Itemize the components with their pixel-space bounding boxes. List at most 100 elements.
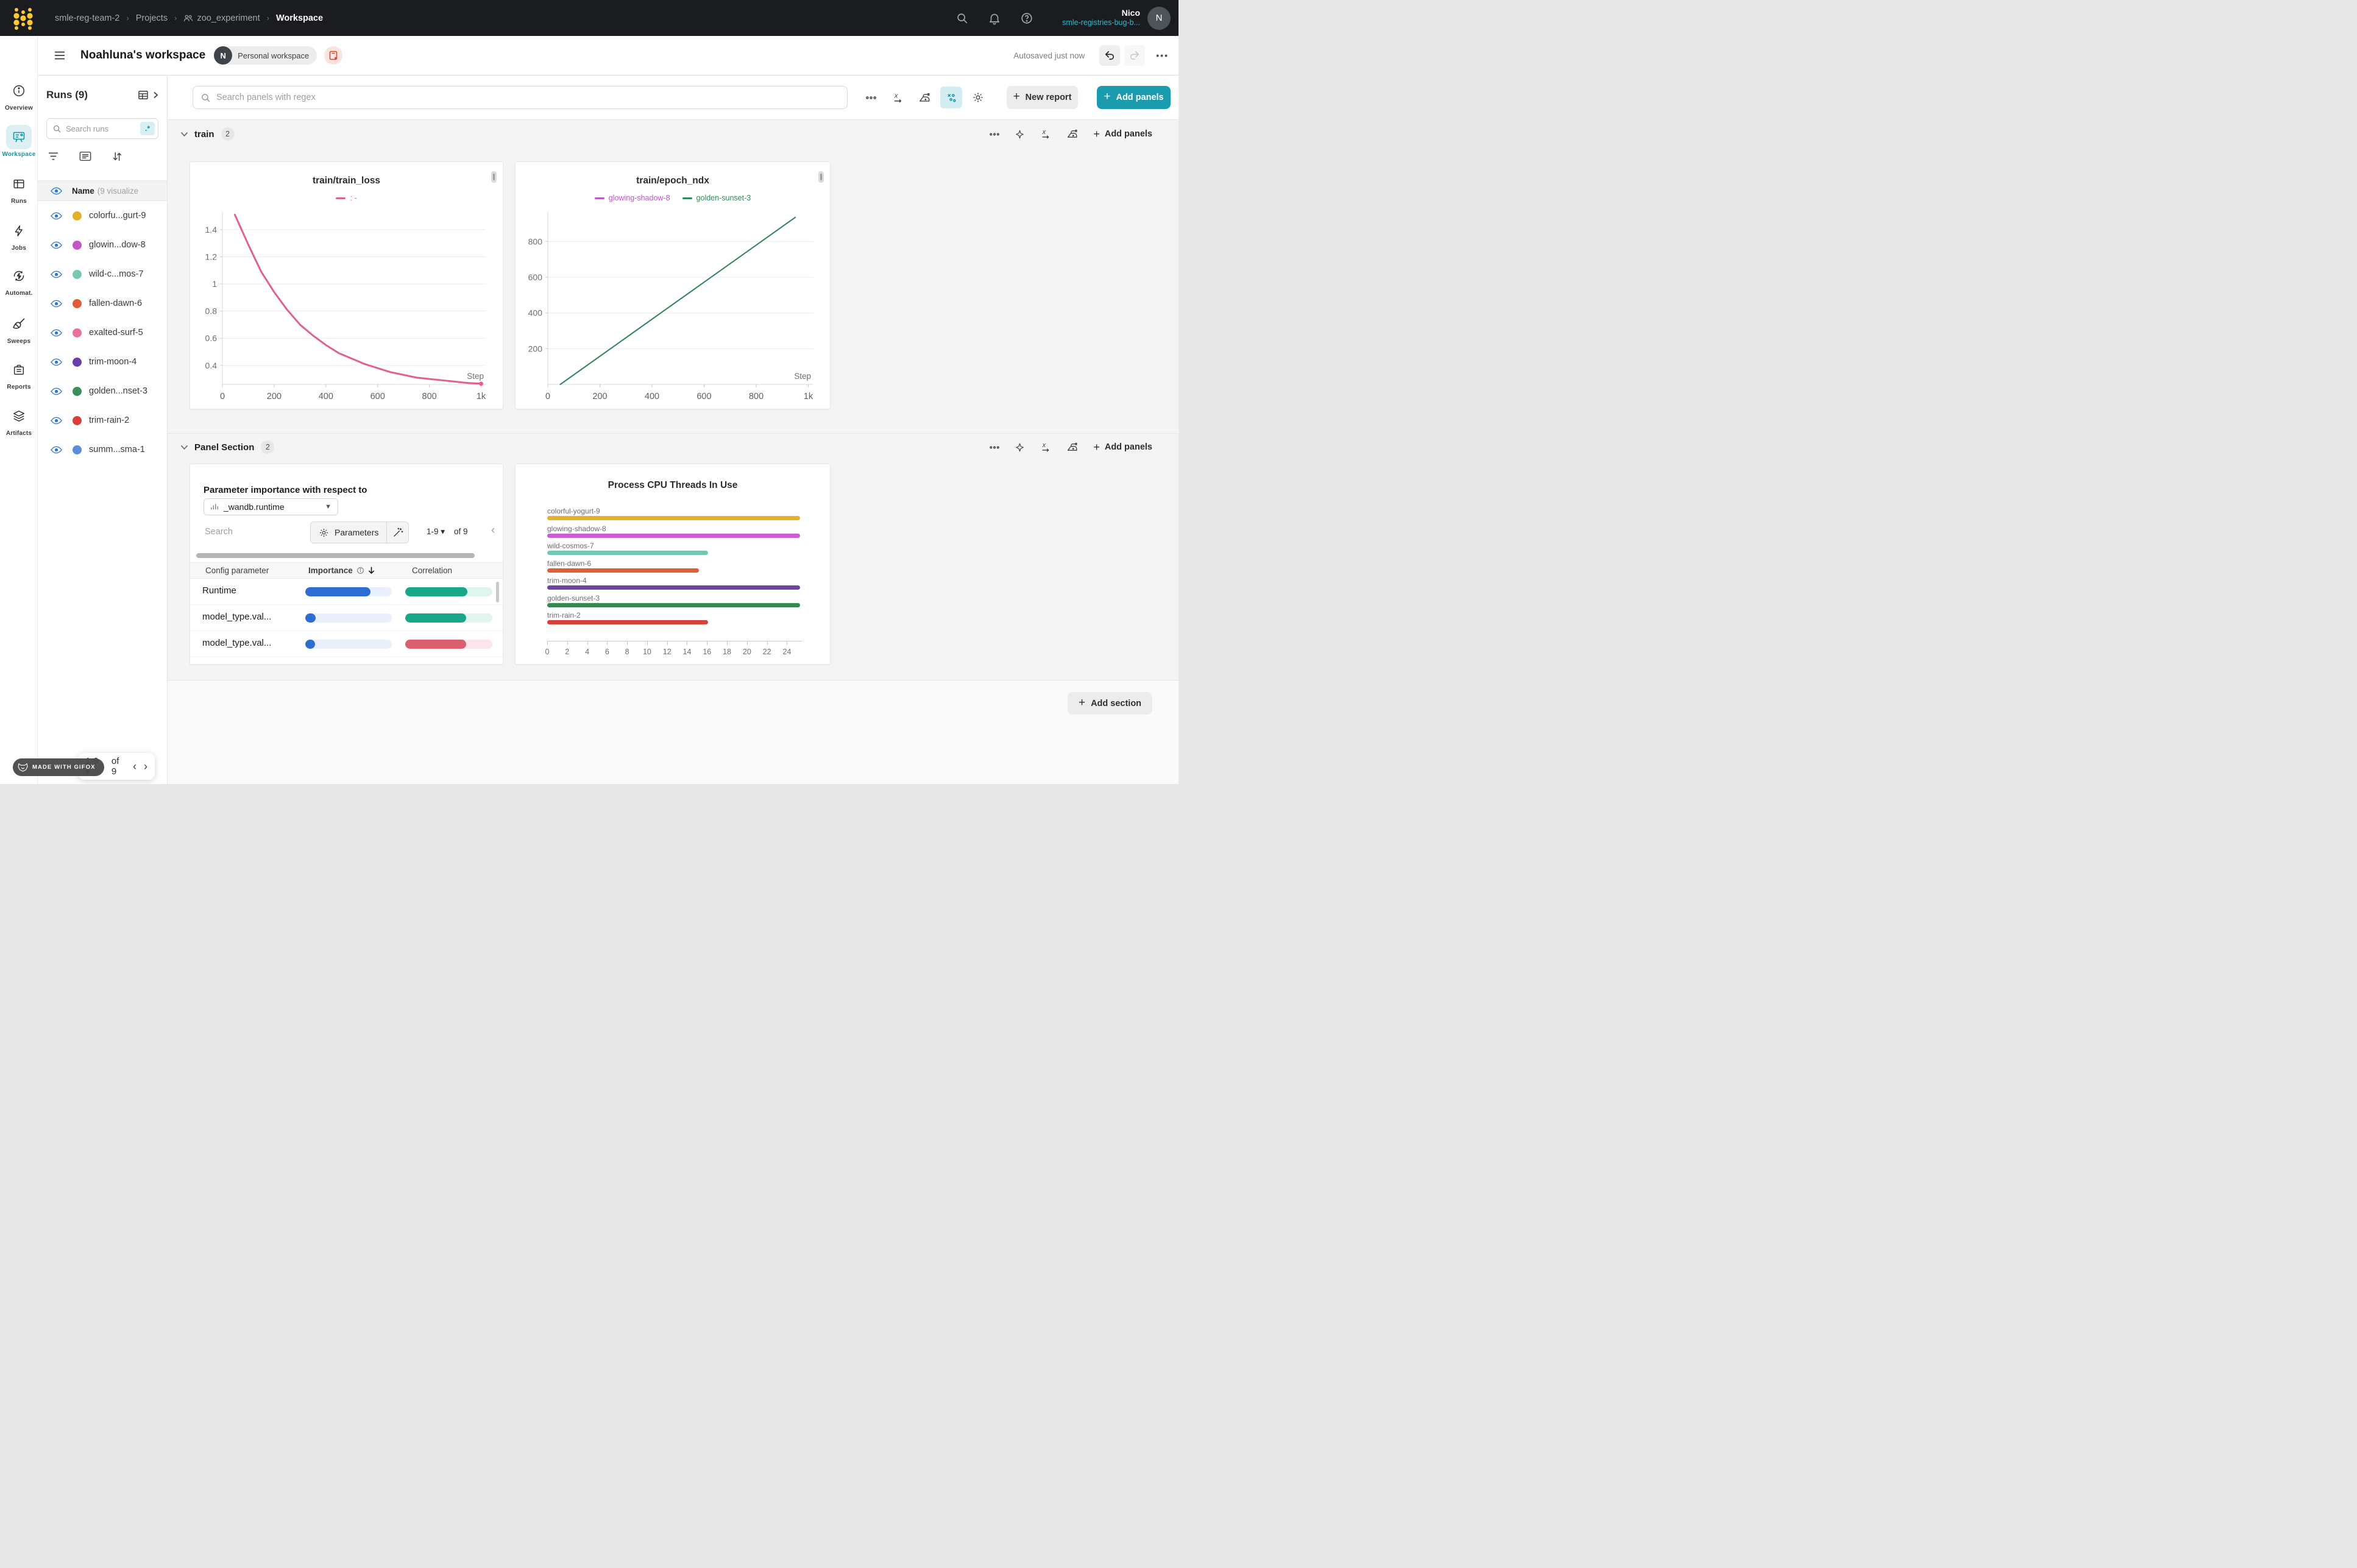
train-loss-chart[interactable]: 0.40.60.811.21.402004006008001kStep: [198, 210, 496, 404]
param-search-input[interactable]: [205, 527, 284, 537]
epoch-ndx-chart[interactable]: 20040060080002004006008001kStep: [523, 210, 823, 404]
search-icon[interactable]: [955, 12, 969, 25]
sidebar-item-sweeps[interactable]: Sweeps: [0, 312, 38, 345]
filter-icon[interactable]: [48, 151, 59, 161]
clear-workspace-icon[interactable]: [324, 46, 342, 65]
sidebar-item-artifacts[interactable]: Artifacts: [0, 404, 38, 437]
run-name[interactable]: glowin...dow-8: [89, 240, 146, 250]
section-add-panels-button[interactable]: + Add panels: [1093, 441, 1152, 454]
column-correlation[interactable]: Correlation: [412, 566, 452, 575]
horizontal-scrollbar[interactable]: [196, 553, 475, 558]
parameters-manager-button[interactable]: Parameters: [310, 521, 409, 543]
new-report-button[interactable]: + New report: [1007, 86, 1078, 109]
run-name[interactable]: fallen-dawn-6: [89, 298, 142, 308]
settings-gear-icon[interactable]: [967, 87, 989, 108]
run-row[interactable]: trim-moon-4: [38, 347, 167, 376]
section-sparkle-icon[interactable]: [1015, 442, 1025, 453]
visibility-eye-icon[interactable]: [51, 212, 62, 220]
help-icon[interactable]: [1020, 12, 1033, 25]
column-config-parameter[interactable]: Config parameter: [205, 566, 269, 575]
run-row[interactable]: wild-c...mos-7: [38, 260, 167, 289]
breadcrumb-item[interactable]: Workspace: [276, 13, 323, 23]
legend-entry[interactable]: : -: [336, 194, 356, 202]
prev-page-chevron-icon[interactable]: ‹: [133, 760, 136, 773]
collapse-section-chevron-icon[interactable]: [180, 132, 188, 137]
vertical-scrollbar[interactable]: [496, 582, 499, 602]
visibility-eye-icon[interactable]: [51, 417, 62, 425]
run-name[interactable]: golden...nset-3: [89, 386, 147, 396]
section-x-axis-icon[interactable]: x: [1040, 129, 1051, 139]
cpu-threads-chart[interactable]: colorful-yogurt-9glowing-shadow-8wild-co…: [547, 507, 802, 629]
runs-table-view-icon[interactable]: [137, 89, 149, 101]
user-info[interactable]: Nico smle-registries-bug-b...: [1062, 8, 1140, 28]
redo-button[interactable]: [1124, 45, 1145, 66]
panel-train-loss[interactable]: train/train_loss : - 0.40.60.811.21.4020…: [190, 161, 503, 409]
sidebar-item-reports[interactable]: Reports: [0, 358, 38, 390]
legend-entry[interactable]: glowing-shadow-8: [595, 194, 670, 202]
run-name[interactable]: colorfu...gurt-9: [89, 211, 146, 221]
param-table-row[interactable]: model_type.val...: [190, 631, 503, 657]
x-axis-settings-icon[interactable]: x: [887, 87, 909, 108]
runs-search-input[interactable]: [66, 124, 140, 133]
notifications-bell-icon[interactable]: [988, 12, 1001, 25]
personal-workspace-badge[interactable]: N Personal workspace: [214, 46, 317, 65]
sidebar-item-runs[interactable]: Runs: [0, 172, 38, 205]
next-page-chevron-icon[interactable]: ›: [144, 760, 147, 773]
section-smoothing-iron-icon[interactable]: [1066, 129, 1078, 139]
cpu-bar[interactable]: [547, 516, 800, 520]
breadcrumb-item[interactable]: zoo_experiment: [183, 13, 260, 23]
run-name[interactable]: wild-c...mos-7: [89, 269, 143, 279]
panel-parameter-importance[interactable]: Parameter importance with respect to _wa…: [190, 464, 503, 665]
section-x-axis-icon[interactable]: x: [1040, 442, 1051, 453]
visibility-eye-icon[interactable]: [51, 358, 62, 366]
metric-selector-dropdown[interactable]: _wandb.runtime ▼: [204, 498, 338, 515]
cpu-bar[interactable]: [547, 620, 708, 624]
breadcrumb-item[interactable]: Projects: [136, 13, 168, 23]
avatar[interactable]: N: [1147, 7, 1171, 30]
toolbar-overflow-icon[interactable]: [860, 87, 882, 108]
run-row[interactable]: exalted-surf-5: [38, 318, 167, 347]
column-importance[interactable]: Importance: [308, 566, 375, 575]
panel-search-input[interactable]: [216, 93, 847, 102]
run-name[interactable]: trim-rain-2: [89, 415, 129, 425]
section-add-panels-button[interactable]: + Add panels: [1093, 128, 1152, 141]
run-row[interactable]: fallen-dawn-6: [38, 289, 167, 318]
full-fidelity-icon[interactable]: [940, 87, 962, 108]
legend-entry[interactable]: golden-sunset-3: [682, 194, 751, 202]
param-page-range[interactable]: 1-9 ▾: [427, 527, 445, 537]
sidebar-item-automations[interactable]: Automat.: [0, 264, 38, 297]
section-title[interactable]: train: [194, 129, 214, 139]
panel-cpu-threads[interactable]: Process CPU Threads In Use colorful-yogu…: [515, 464, 831, 665]
collapse-sidebar-icon[interactable]: [54, 51, 65, 60]
param-table-row[interactable]: Runtime: [190, 579, 503, 605]
visibility-eye-icon[interactable]: [51, 387, 62, 395]
undo-button[interactable]: [1099, 45, 1120, 66]
cpu-bar[interactable]: [547, 551, 708, 555]
section-overflow-icon[interactable]: [990, 133, 999, 136]
cpu-bar[interactable]: [547, 585, 800, 590]
visibility-eye-icon[interactable]: [51, 241, 62, 249]
sort-icon[interactable]: [112, 151, 122, 162]
add-section-button[interactable]: + Add section: [1068, 692, 1152, 715]
cpu-bar[interactable]: [547, 603, 800, 607]
visibility-eye-icon[interactable]: [51, 300, 62, 308]
header-overflow-icon[interactable]: •••: [1156, 51, 1169, 60]
add-panels-button[interactable]: + Add panels: [1097, 86, 1171, 109]
sidebar-item-jobs[interactable]: Jobs: [0, 219, 38, 252]
param-table-row[interactable]: model_type.val...: [190, 605, 503, 631]
run-row[interactable]: colorfu...gurt-9: [38, 201, 167, 230]
visibility-eye-icon[interactable]: [51, 446, 62, 454]
regex-toggle[interactable]: .*: [140, 122, 155, 135]
breadcrumb-item[interactable]: smle-reg-team-2: [55, 13, 119, 23]
run-row[interactable]: golden...nset-3: [38, 376, 167, 406]
visibility-eye-icon[interactable]: [51, 270, 62, 278]
panel-epoch-ndx[interactable]: train/epoch_ndx glowing-shadow-8golden-s…: [515, 161, 831, 409]
visibility-eye-icon[interactable]: [51, 187, 62, 195]
group-list-icon[interactable]: [79, 151, 91, 161]
section-sparkle-icon[interactable]: [1015, 129, 1025, 139]
run-row[interactable]: summ...sma-1: [38, 435, 167, 464]
run-name[interactable]: trim-moon-4: [89, 357, 136, 367]
visibility-eye-icon[interactable]: [51, 329, 62, 337]
section-title[interactable]: Panel Section: [194, 442, 254, 453]
run-row[interactable]: trim-rain-2: [38, 406, 167, 435]
